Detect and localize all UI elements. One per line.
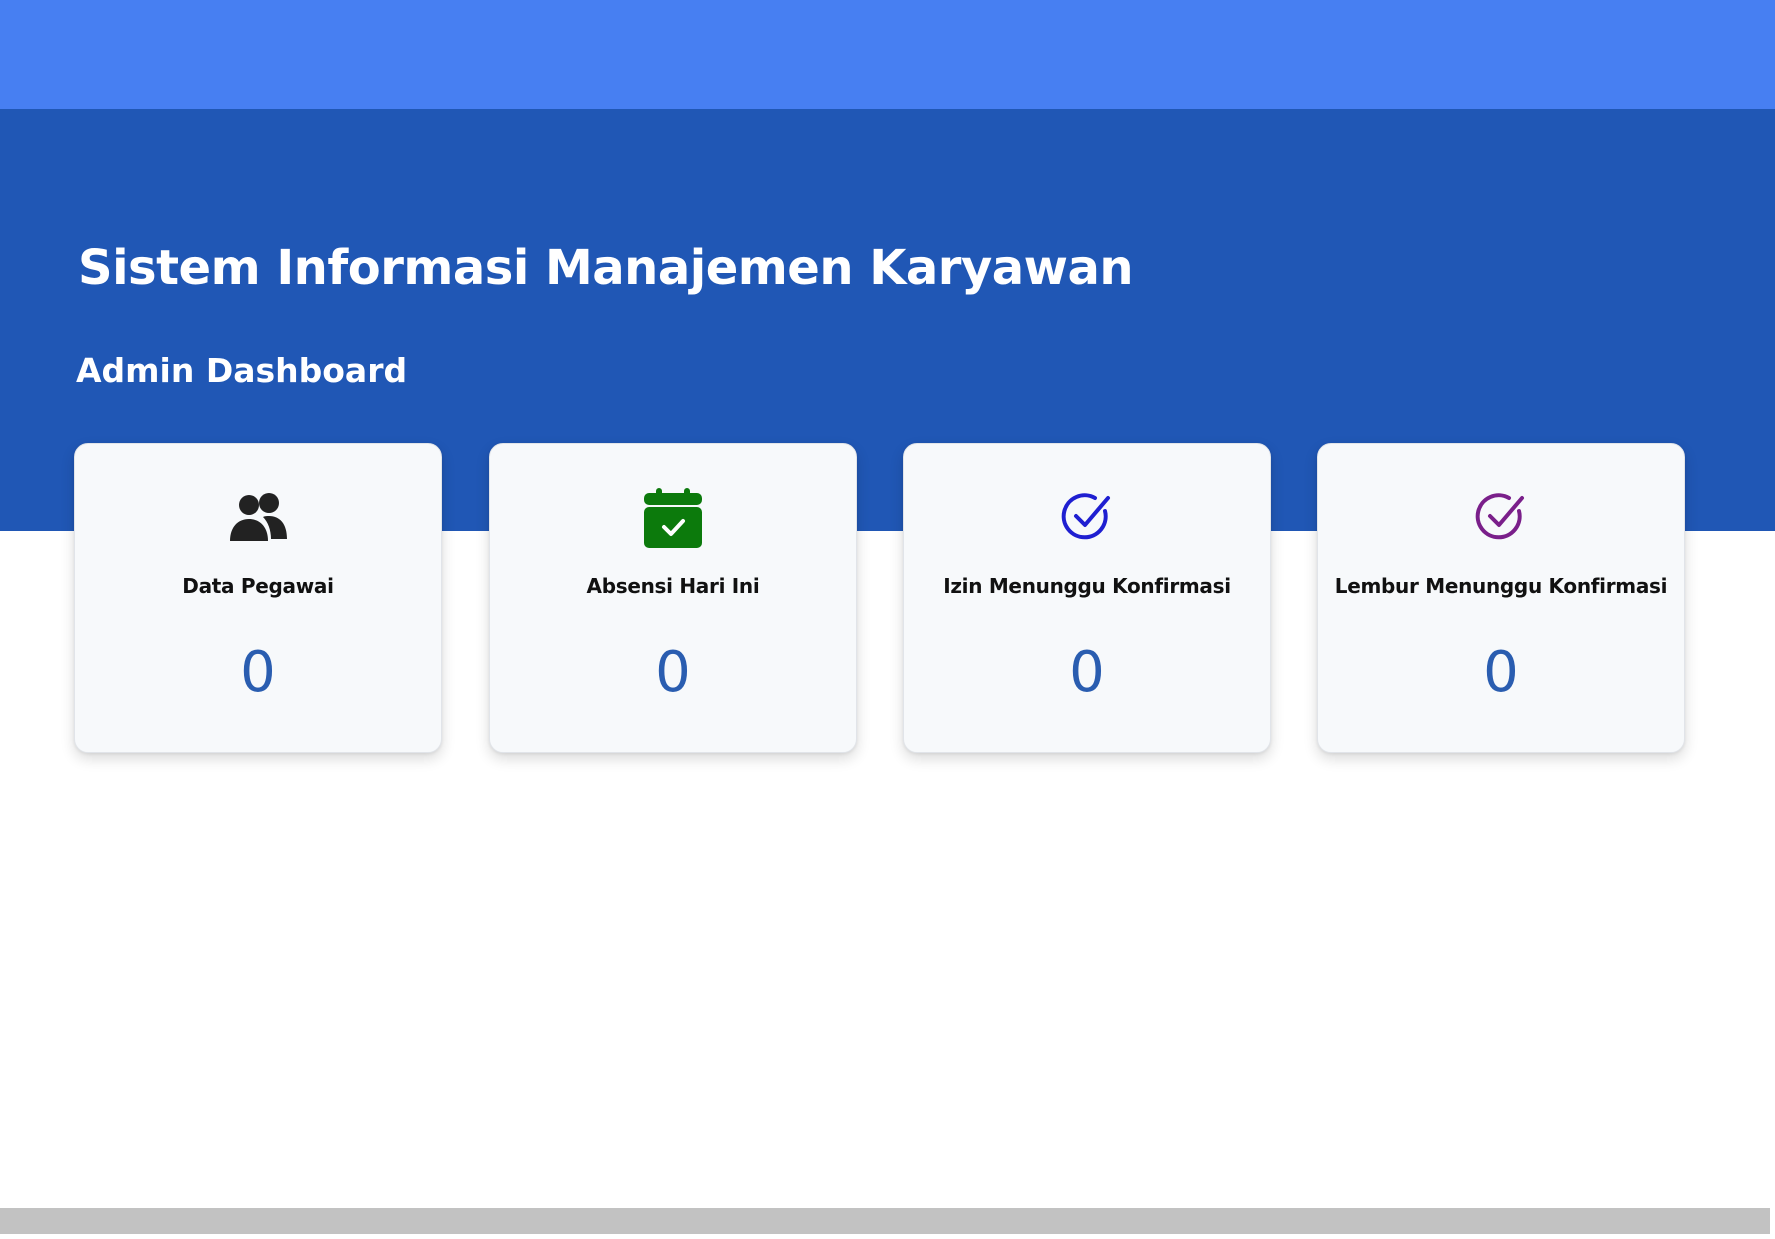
card-label: Lembur Menunggu Konfirmasi (1334, 574, 1668, 598)
card-value: 0 (1069, 640, 1105, 705)
calendar-check-icon (641, 488, 705, 548)
stat-card-lembur-menunggu-konfirmasi[interactable]: Lembur Menunggu Konfirmasi 0 (1317, 443, 1685, 753)
stat-card-izin-menunggu-konfirmasi[interactable]: Izin Menunggu Konfirmasi 0 (903, 443, 1271, 753)
app-title: Sistem Informasi Manajemen Karyawan (78, 240, 1134, 296)
card-label: Absensi Hari Ini (586, 574, 760, 598)
check-circle-icon (1469, 488, 1533, 548)
check-circle-icon (1055, 488, 1119, 548)
card-label: Izin Menunggu Konfirmasi (943, 574, 1231, 598)
page: Sistem Informasi Manajemen Karyawan Admi… (0, 0, 1775, 1239)
top-navbar (0, 0, 1775, 109)
stat-card-absensi-hari-ini[interactable]: Absensi Hari Ini 0 (489, 443, 857, 753)
horizontal-scrollbar[interactable] (0, 1208, 1770, 1234)
card-value: 0 (655, 640, 691, 705)
page-subtitle: Admin Dashboard (76, 351, 408, 390)
card-value: 0 (240, 640, 276, 705)
card-value: 0 (1483, 640, 1519, 705)
card-label: Data Pegawai (182, 574, 334, 598)
users-icon (226, 488, 290, 548)
stat-card-data-pegawai[interactable]: Data Pegawai 0 (74, 443, 442, 753)
